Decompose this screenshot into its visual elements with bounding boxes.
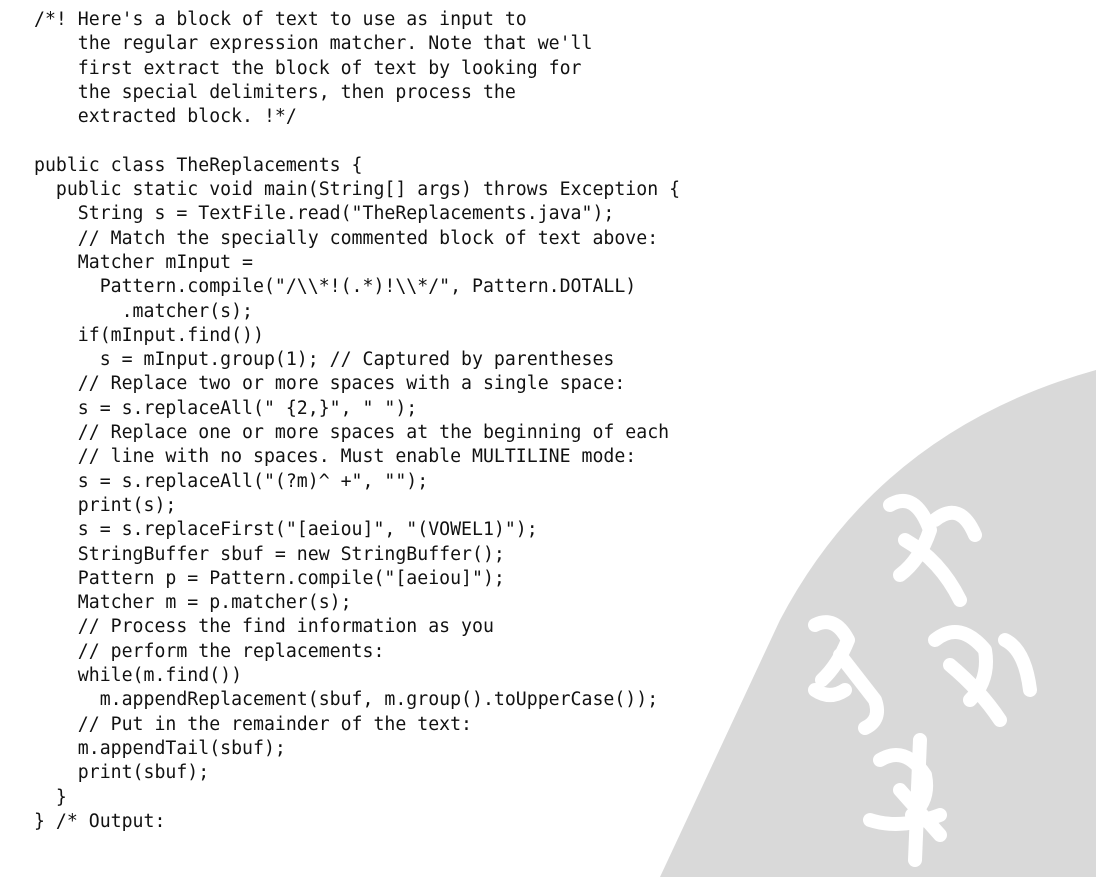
code-line: // Replace one or more spaces at the beg… [34, 422, 670, 444]
code-line: the regular expression matcher. Note tha… [34, 33, 593, 55]
code-line: Matcher m = p.matcher(s); [34, 592, 352, 614]
code-line: s = mInput.group(1); // Captured by pare… [34, 349, 615, 371]
code-line: String s = TextFile.read("TheReplacement… [34, 203, 615, 225]
code-line: Matcher mInput = [34, 251, 253, 273]
code-line: m.appendReplacement(sbuf, m.group().toUp… [34, 689, 659, 711]
code-line: public static void main(String[] args) t… [34, 179, 681, 201]
code-line: } /* Output: [34, 810, 166, 832]
code-line: if(mInput.find()) [34, 324, 264, 346]
code-line: Pattern p = Pattern.compile("[aeiou]"); [34, 567, 505, 589]
document-page: /*! Here's a block of text to use as inp… [0, 0, 1096, 877]
code-line: // Put in the remainder of the text: [34, 713, 472, 735]
code-line: print(sbuf); [34, 762, 210, 784]
code-line: Pattern.compile("/\\*!(.*)!\\*/", Patter… [34, 276, 637, 298]
code-line: // Process the find information as you [34, 616, 494, 638]
code-line: first extract the block of text by looki… [34, 57, 582, 79]
code-line: m.appendTail(sbuf); [34, 737, 286, 759]
code-line: // Match the specially commented block o… [34, 227, 659, 249]
code-line: s = s.replaceAll("(?m)^ +", ""); [34, 470, 429, 492]
code-line: print(s); [34, 494, 177, 516]
code-line: // perform the replacements: [34, 640, 385, 662]
code-listing: /*! Here's a block of text to use as inp… [34, 8, 680, 834]
code-line: StringBuffer sbuf = new StringBuffer(); [34, 543, 505, 565]
code-line: public class TheReplacements { [34, 154, 363, 176]
code-line: s = s.replaceFirst("[aeiou]", "(VOWEL1)"… [34, 519, 538, 541]
code-line: // Replace two or more spaces with a sin… [34, 373, 626, 395]
code-line: } [34, 786, 67, 808]
code-line: .matcher(s); [34, 300, 253, 322]
code-line: // line with no spaces. Must enable MULT… [34, 446, 637, 468]
code-line: /*! Here's a block of text to use as inp… [34, 9, 527, 30]
code-line: while(m.find()) [34, 665, 243, 687]
code-line: the special delimiters, then process the [34, 81, 516, 103]
code-line: s = s.replaceAll(" {2,}", " "); [34, 397, 418, 419]
code-line: extracted block. !*/ [34, 106, 297, 128]
